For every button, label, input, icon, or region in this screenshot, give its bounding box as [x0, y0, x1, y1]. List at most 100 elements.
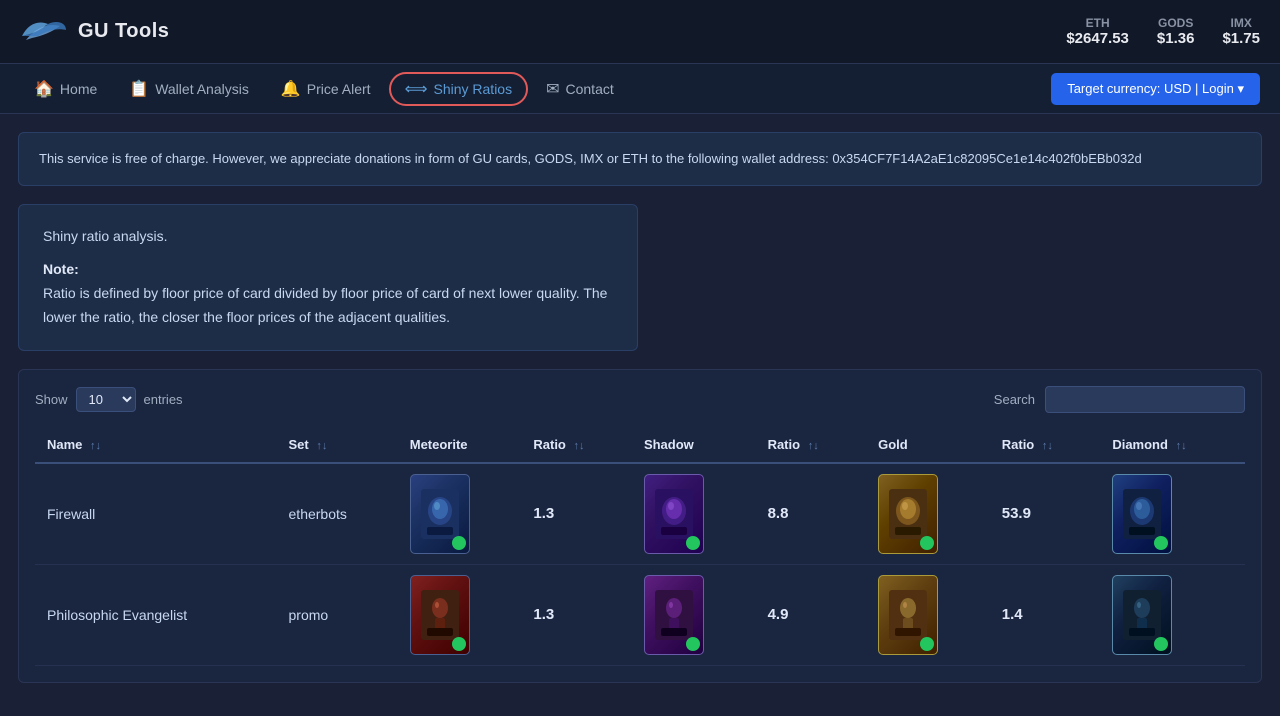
sort-name-icon: ↑↓: [90, 440, 101, 452]
card-badge: [686, 637, 700, 651]
col-ratio2[interactable]: Ratio ↑↓: [756, 427, 867, 463]
nav-price-alert[interactable]: 🔔 Price Alert: [267, 71, 385, 107]
card-badge: [686, 536, 700, 550]
row-shadow-img: [632, 463, 756, 565]
app-title: GU Tools: [78, 20, 169, 43]
card-diamond-phil: [1112, 575, 1172, 655]
imx-value: $1.75: [1222, 30, 1260, 47]
col-name[interactable]: Name ↑↓: [35, 427, 277, 463]
row-diamond-img: [1100, 463, 1245, 565]
eth-value: $2647.53: [1066, 30, 1129, 47]
card-badge: [920, 637, 934, 651]
card-diamond-firewall: [1112, 474, 1172, 554]
navigation: 🏠 Home 📋 Wallet Analysis 🔔 Price Alert ⟺…: [0, 64, 1280, 114]
card-badge: [920, 536, 934, 550]
row-meteorite-img: [398, 463, 522, 565]
target-currency-button[interactable]: Target currency: USD | Login ▾: [1051, 73, 1260, 105]
card-art-svg: [655, 489, 693, 539]
table-section: Show 10 25 50 100 entries Search Name ↑↓…: [18, 369, 1262, 683]
info-box: Shiny ratio analysis. Note: Ratio is def…: [18, 204, 638, 351]
row-diamond-img: [1100, 564, 1245, 665]
card-badge: [1154, 536, 1168, 550]
card-badge: [1154, 637, 1168, 651]
notice-bar: This service is free of charge. However,…: [18, 132, 1262, 186]
row-shadow-img: [632, 564, 756, 665]
search-label: Search: [994, 392, 1035, 407]
col-gold[interactable]: Gold: [866, 427, 990, 463]
gods-value: $1.36: [1157, 30, 1195, 47]
col-set[interactable]: Set ↑↓: [277, 427, 398, 463]
eth-price: ETH $2647.53: [1066, 16, 1129, 47]
eth-label: ETH: [1086, 16, 1110, 30]
nav-shiny-label: Shiny Ratios: [434, 81, 513, 97]
row-ratio3: 53.9: [990, 463, 1101, 565]
card-badge: [452, 536, 466, 550]
col-diamond[interactable]: Diamond ↑↓: [1100, 427, 1245, 463]
row-meteorite-img: [398, 564, 522, 665]
search-area: Search: [994, 386, 1245, 413]
show-label: Show: [35, 392, 68, 407]
row-ratio1: 1.3: [521, 463, 632, 565]
row-name: Firewall: [35, 463, 277, 565]
col-ratio3[interactable]: Ratio ↑↓: [990, 427, 1101, 463]
nav-wallet-label: Wallet Analysis: [155, 81, 249, 97]
info-note-text: Ratio is defined by floor price of card …: [43, 282, 613, 330]
imx-price: IMX $1.75: [1222, 16, 1260, 47]
imx-label: IMX: [1231, 16, 1252, 30]
nav-shiny-ratios[interactable]: ⟺ Shiny Ratios: [389, 72, 529, 106]
card-art-svg: [421, 489, 459, 539]
notice-text: This service is free of charge. However,…: [39, 151, 1142, 166]
row-ratio2: 4.9: [756, 564, 867, 665]
row-gold-img: [866, 564, 990, 665]
nav-links: 🏠 Home 📋 Wallet Analysis 🔔 Price Alert ⟺…: [20, 71, 628, 107]
shiny-ratios-table: Name ↑↓ Set ↑↓ Meteorite Ratio ↑↓ Shadow: [35, 427, 1245, 666]
row-name: Philosophic Evangelist: [35, 564, 277, 665]
card-meteorite-firewall: [410, 474, 470, 554]
row-gold-img: [866, 463, 990, 565]
col-ratio1[interactable]: Ratio ↑↓: [521, 427, 632, 463]
table-body: Firewall etherbots: [35, 463, 1245, 666]
card-gold-phil: [878, 575, 938, 655]
nav-home[interactable]: 🏠 Home: [20, 71, 111, 107]
col-meteorite[interactable]: Meteorite: [398, 427, 522, 463]
card-art-svg: [421, 590, 459, 640]
table-row: Firewall etherbots: [35, 463, 1245, 565]
entries-select[interactable]: 10 25 50 100: [76, 387, 136, 412]
header-left: GU Tools: [20, 16, 169, 48]
sort-diamond-icon: ↑↓: [1176, 440, 1187, 452]
card-shadow-phil: [644, 575, 704, 655]
card-shadow-firewall: [644, 474, 704, 554]
row-set: etherbots: [277, 463, 398, 565]
contact-icon: ✉: [546, 79, 559, 99]
row-ratio3: 1.4: [990, 564, 1101, 665]
card-meteorite-phil: [410, 575, 470, 655]
card-art-svg: [889, 489, 927, 539]
wallet-icon: 📋: [129, 79, 149, 99]
sort-set-icon: ↑↓: [316, 440, 327, 452]
table-row: Philosophic Evangelist promo: [35, 564, 1245, 665]
header: GU Tools ETH $2647.53 GODS $1.36 IMX $1.…: [0, 0, 1280, 64]
show-entries-control: Show 10 25 50 100 entries: [35, 387, 183, 412]
row-ratio2: 8.8: [756, 463, 867, 565]
price-display: ETH $2647.53 GODS $1.36 IMX $1.75: [1066, 16, 1260, 47]
logo-icon: [20, 16, 68, 48]
sort-ratio2-icon: ↑↓: [808, 440, 819, 452]
ratio-icon: ⟺: [405, 79, 428, 99]
card-art-svg: [1123, 590, 1161, 640]
search-input[interactable]: [1045, 386, 1245, 413]
sort-ratio1-icon: ↑↓: [574, 440, 585, 452]
nav-wallet-analysis[interactable]: 📋 Wallet Analysis: [115, 71, 263, 107]
gods-label: GODS: [1158, 16, 1193, 30]
entries-label: entries: [144, 392, 183, 407]
sort-ratio3-icon: ↑↓: [1042, 440, 1053, 452]
nav-contact-label: Contact: [566, 81, 614, 97]
table-header: Name ↑↓ Set ↑↓ Meteorite Ratio ↑↓ Shadow: [35, 427, 1245, 463]
card-art-svg: [889, 590, 927, 640]
row-ratio1: 1.3: [521, 564, 632, 665]
info-title: Shiny ratio analysis.: [43, 225, 613, 249]
nav-contact[interactable]: ✉ Contact: [532, 71, 628, 107]
nav-price-label: Price Alert: [307, 81, 371, 97]
alert-icon: 🔔: [281, 79, 301, 99]
col-shadow[interactable]: Shadow: [632, 427, 756, 463]
card-art-svg: [655, 590, 693, 640]
